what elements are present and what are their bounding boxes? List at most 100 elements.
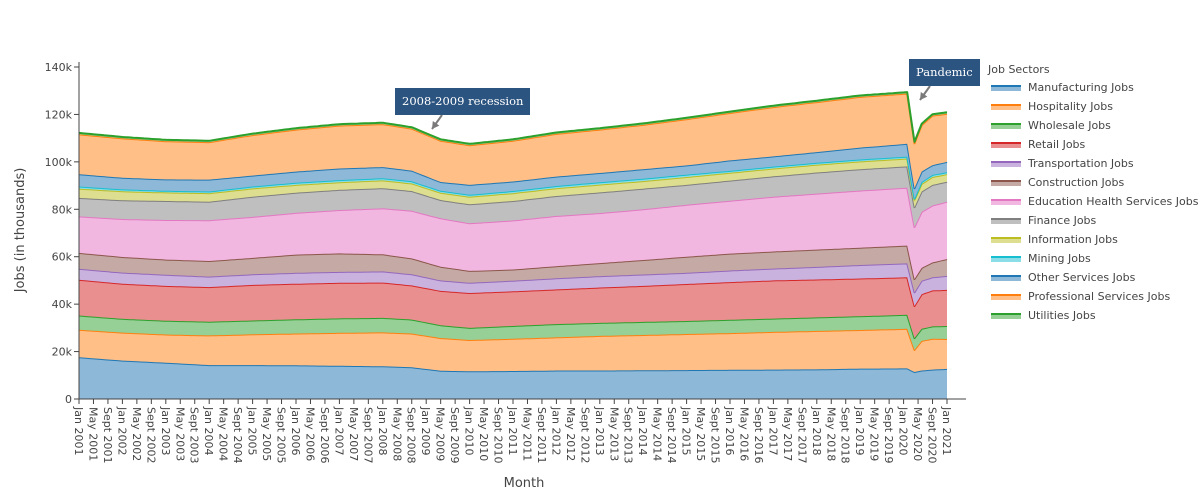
- legend-swatch: [991, 179, 1021, 186]
- x-tick-label: Sept 2013: [622, 407, 635, 464]
- x-tick-label: Jan 2016: [723, 406, 736, 455]
- x-tick-label: Jan 2017: [766, 406, 779, 455]
- legend-swatch: [991, 84, 1021, 91]
- x-tick-label: Jan 2013: [593, 406, 606, 455]
- legend-label: Wholesale Jobs: [1028, 119, 1111, 132]
- legend-item-transportation-jobs[interactable]: Transportation Jobs: [988, 154, 1200, 173]
- annotation-pandemic: Pandemic: [909, 59, 980, 86]
- x-tick-label: May 2009: [434, 407, 447, 461]
- legend-item-other-services-jobs[interactable]: Other Services Jobs: [988, 268, 1200, 287]
- legend-label: Professional Services Jobs: [1028, 290, 1171, 303]
- legend-swatch: [991, 122, 1021, 129]
- legend-swatch: [991, 293, 1021, 300]
- x-tick-label: Jan 2012: [549, 406, 562, 455]
- x-tick-label: Sept 2006: [318, 407, 331, 464]
- legend-items: Manufacturing Jobs Hospitality Jobs Wholes…: [988, 78, 1200, 325]
- legend-swatch: [991, 255, 1021, 262]
- legend-item-information-jobs[interactable]: Information Jobs: [988, 230, 1200, 249]
- legend-swatch: [991, 236, 1021, 243]
- x-tick-label: May 2007: [347, 407, 360, 461]
- x-tick-label: May 2011: [520, 407, 533, 461]
- x-tick-label: Sept 2015: [709, 407, 722, 464]
- legend-swatch: [991, 312, 1021, 319]
- y-tick-label: 80k: [52, 203, 73, 216]
- x-tick-label: May 2013: [607, 407, 620, 461]
- legend-label: Manufacturing Jobs: [1028, 81, 1134, 94]
- legend-swatch: [991, 217, 1021, 224]
- y-tick-label: 100k: [45, 156, 73, 169]
- y-axis: 0 20k 40k 60k 80k 100k 120k 140k: [45, 61, 80, 406]
- legend-item-professional-services-jobs[interactable]: Professional Services Jobs: [988, 287, 1200, 306]
- legend-item-utilities-jobs[interactable]: Utilities Jobs: [988, 306, 1200, 325]
- x-tick-label: May 2005: [260, 407, 273, 461]
- legend-swatch: [991, 274, 1021, 281]
- legend-item-retail-jobs[interactable]: Retail Jobs: [988, 135, 1200, 154]
- legend-swatch: [991, 198, 1021, 205]
- y-tick-label: 140k: [45, 61, 73, 74]
- legend-label: Education Health Services Jobs: [1028, 195, 1199, 208]
- x-tick-label: Sept 2020: [926, 407, 939, 464]
- legend-label: Information Jobs: [1028, 233, 1118, 246]
- legend-label: Finance Jobs: [1028, 214, 1097, 227]
- legend-item-construction-jobs[interactable]: Construction Jobs: [988, 173, 1200, 192]
- y-tick-label: 120k: [45, 108, 73, 121]
- x-tick-label: Jan 2004: [202, 406, 215, 455]
- x-tick-label: Sept 2005: [275, 407, 288, 464]
- x-tick-label: Sept 2002: [144, 407, 157, 464]
- x-tick-label: May 2017: [781, 407, 794, 461]
- legend-item-mining-jobs[interactable]: Mining Jobs: [988, 249, 1200, 268]
- x-tick-label: Sept 2011: [535, 407, 548, 464]
- legend-label: Utilities Jobs: [1028, 309, 1096, 322]
- x-tick-label: Sept 2012: [578, 407, 591, 464]
- x-axis: Jan 2001 May 2001 Sept 2001 Jan 2002 May 200…: [72, 398, 966, 464]
- legend-swatch: [991, 103, 1021, 110]
- legend-item-hospitality-jobs[interactable]: Hospitality Jobs: [988, 97, 1200, 116]
- x-tick-label: Sept 2008: [405, 407, 418, 464]
- x-tick-label: May 2020: [911, 407, 924, 461]
- x-tick-label: May 2008: [390, 407, 403, 461]
- x-tick-label: Sept 2016: [752, 407, 765, 464]
- x-tick-label: Jan 2002: [115, 406, 128, 455]
- x-tick-label: May 2019: [868, 407, 881, 461]
- x-tick-label: Sept 2014: [665, 407, 678, 464]
- x-tick-label: May 2003: [173, 407, 186, 461]
- x-tick-label: Sept 2001: [101, 407, 114, 464]
- legend-label: Retail Jobs: [1028, 138, 1086, 151]
- x-tick-label: May 2015: [694, 407, 707, 461]
- x-tick-label: Jan 2005: [246, 406, 259, 455]
- legend: Job Sectors Manufacturing Jobs Hospitalit…: [988, 62, 1200, 325]
- x-tick-label: May 2014: [651, 407, 664, 461]
- legend-label: Construction Jobs: [1028, 176, 1125, 189]
- x-tick-label: Sept 2017: [795, 407, 808, 464]
- legend-label: Other Services Jobs: [1028, 271, 1136, 284]
- x-tick-label: Jan 2021: [940, 406, 953, 455]
- legend-item-finance-jobs[interactable]: Finance Jobs: [988, 211, 1200, 230]
- x-tick-label: Sept 2018: [839, 407, 852, 464]
- x-tick-label: Sept 2009: [448, 407, 461, 464]
- legend-swatch: [991, 160, 1021, 167]
- legend-item-education-health-services-jobs[interactable]: Education Health Services Jobs: [988, 192, 1200, 211]
- x-tick-label: Jan 2018: [810, 406, 823, 455]
- x-tick-label: Jan 2003: [159, 406, 172, 455]
- legend-label: Transportation Jobs: [1028, 157, 1134, 170]
- x-tick-label: Jan 2008: [376, 406, 389, 455]
- y-axis-title: Jobs (in thousands): [13, 168, 28, 294]
- legend-label: Mining Jobs: [1028, 252, 1091, 265]
- x-tick-label: May 2004: [217, 407, 230, 461]
- x-tick-label: May 2016: [737, 407, 750, 461]
- legend-label: Hospitality Jobs: [1028, 100, 1113, 113]
- legend-item-manufacturing-jobs[interactable]: Manufacturing Jobs: [988, 78, 1200, 97]
- y-tick-label: 60k: [52, 251, 73, 264]
- x-tick-label: Jan 2001: [72, 406, 85, 455]
- y-tick-label: 20k: [52, 346, 73, 359]
- y-tick-label: 40k: [52, 298, 73, 311]
- x-tick-label: Sept 2007: [361, 407, 374, 464]
- x-tick-label: Jan 2010: [463, 406, 476, 455]
- y-tick-label: 0: [65, 393, 72, 406]
- annotation-recession: 2008-2009 recession: [395, 88, 531, 115]
- x-tick-label: Sept 2010: [492, 407, 505, 464]
- x-tick-label: May 2002: [130, 407, 143, 461]
- legend-item-wholesale-jobs[interactable]: Wholesale Jobs: [988, 116, 1200, 135]
- x-tick-label: Jan 2006: [289, 406, 302, 455]
- x-tick-label: Jan 2011: [506, 406, 519, 455]
